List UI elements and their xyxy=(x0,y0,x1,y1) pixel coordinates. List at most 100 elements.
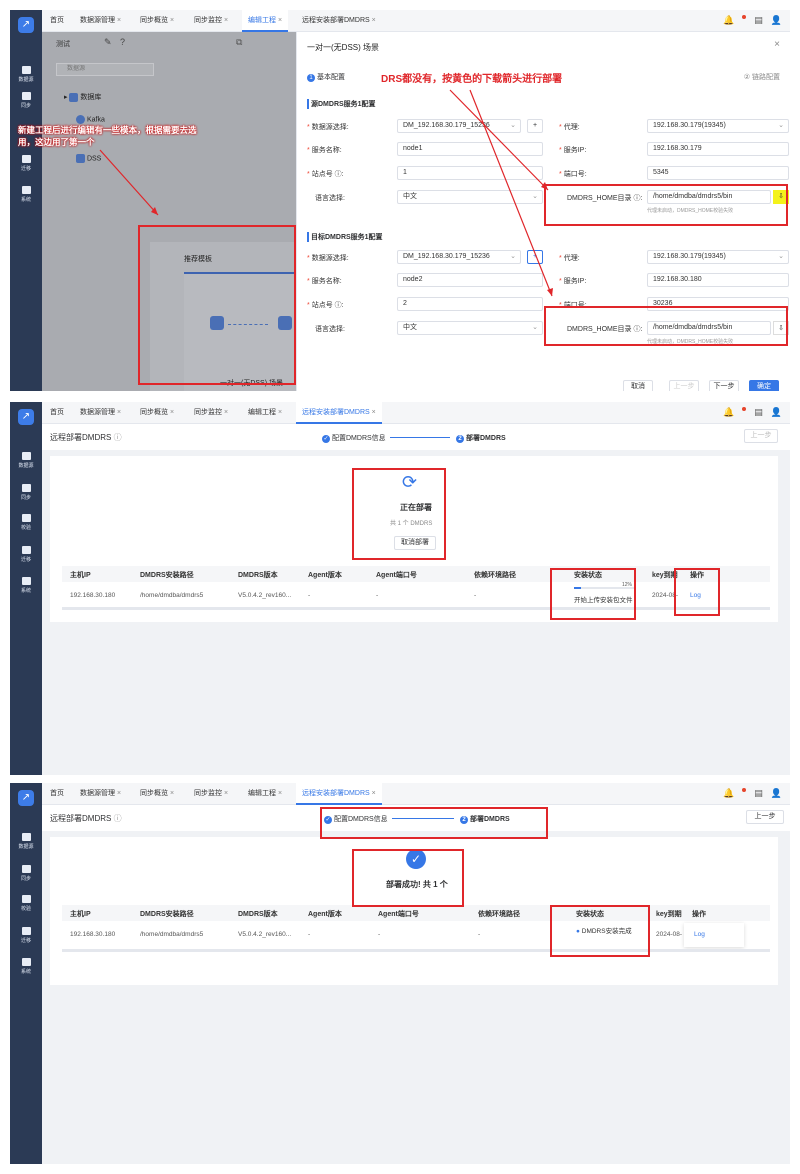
step-deploy: 2 部署DMDRS xyxy=(456,433,506,443)
page-title: 远程部署DMDRS ⓘ xyxy=(50,814,122,823)
nav-verify[interactable]: 校验 xyxy=(10,895,42,912)
highlight-action xyxy=(674,568,720,616)
prev-step-button[interactable]: 上一步 xyxy=(746,810,784,824)
close-icon[interactable]: × xyxy=(278,790,282,797)
tab-home[interactable]: 首页 xyxy=(44,402,70,424)
tab-bar: 首页 数据源管理 × 同步概览 × 同步监控 × 编辑工程 × 远程安装部署DMDRS × xyxy=(42,783,790,805)
topbar-tools: 🔔 ▤ 👤 xyxy=(715,15,782,26)
app-logo-icon: ↗ xyxy=(18,790,34,806)
tab-sync-overview[interactable]: 同步概览 × xyxy=(134,402,180,424)
doc-icon[interactable]: ▤ xyxy=(754,788,763,798)
bell-icon[interactable]: 🔔 xyxy=(723,407,734,417)
grid-icon xyxy=(21,577,31,585)
col-key-expire: key到期 xyxy=(656,911,682,918)
cell-host: 192.168.30.180 xyxy=(70,931,116,938)
log-link[interactable]: Log xyxy=(694,931,705,938)
cell-env-path: - xyxy=(474,592,477,599)
bell-icon[interactable]: 🔔 xyxy=(723,788,734,798)
highlight-steps xyxy=(320,807,548,839)
check-icon xyxy=(21,514,31,522)
tab-edit-project[interactable]: 编辑工程 × xyxy=(242,783,288,805)
annotation-arrows xyxy=(99,89,553,297)
help-icon[interactable]: ⓘ xyxy=(114,433,122,442)
tab-edit-project[interactable]: 编辑工程 × xyxy=(242,402,288,424)
tab-datasource[interactable]: 数据源管理 × xyxy=(74,402,127,424)
table-scrollbar[interactable] xyxy=(62,607,770,610)
tab-bar: 首页 数据源管理 × 同步概览 × 同步监控 × 编辑工程 × 远程安装部署DMDRS × xyxy=(42,402,790,424)
avatar[interactable]: 👤 xyxy=(771,407,782,417)
close-icon[interactable]: × xyxy=(278,409,282,416)
tab-remote-deploy[interactable]: 远程安装部署DMDRS × xyxy=(296,783,382,805)
cell-path: /home/dmdba/dmdrs5 xyxy=(140,592,204,599)
database-icon xyxy=(21,833,31,841)
tab-remote-deploy[interactable]: 远程安装部署DMDRS × xyxy=(296,402,382,424)
cell-agent-port: - xyxy=(378,931,381,938)
avatar[interactable]: 👤 xyxy=(771,15,782,25)
panel-edit-project: ↗ 数据源 同步 迁移 系统 首页 数据源管理 × 同步概览 × 同步监控 × 编辑工… xyxy=(10,10,790,391)
close-icon[interactable]: × xyxy=(372,409,376,416)
table-scrollbar[interactable] xyxy=(62,949,770,952)
highlight-deploy-status xyxy=(352,468,446,560)
panel-deploying: ↗ 数据源 同步 校验 迁移 系统 首页 数据源管理 × 同步概览 × 同步监控 × … xyxy=(10,402,790,775)
close-icon[interactable]: × xyxy=(170,409,174,416)
col-env-path: 依赖环境路径 xyxy=(478,911,520,918)
sidebar: ↗ 数据源 同步 校验 迁移 系统 xyxy=(10,402,42,775)
close-icon[interactable]: × xyxy=(117,790,121,797)
cell-agent-version: - xyxy=(308,931,311,938)
nav-system[interactable]: 系统 xyxy=(10,958,42,975)
close-icon[interactable]: × xyxy=(224,409,228,416)
check-icon xyxy=(21,895,31,903)
help-icon[interactable]: ⓘ xyxy=(114,814,122,823)
nav-sync[interactable]: 同步 xyxy=(10,865,42,882)
grid-icon xyxy=(21,958,31,966)
close-icon[interactable]: × xyxy=(372,790,376,797)
header-bar: 远程部署DMDRS ⓘ ✓ 配置DMDRS信息 2 部署DMDRS 上一步 xyxy=(42,424,790,450)
highlight-install-done xyxy=(550,905,650,957)
sync-icon xyxy=(21,865,31,873)
avatar[interactable]: 👤 xyxy=(771,788,782,798)
col-agent-port: Agent端口号 xyxy=(378,911,419,918)
tab-home[interactable]: 首页 xyxy=(44,783,70,805)
step-line xyxy=(390,437,450,438)
migrate-icon xyxy=(21,546,31,554)
col-host: 主机IP xyxy=(70,911,91,918)
tab-datasource[interactable]: 数据源管理 × xyxy=(74,783,127,805)
col-agent-version: Agent版本 xyxy=(308,911,342,918)
col-action: 操作 xyxy=(692,911,706,918)
cell-version: V5.0.4.2_rev160... xyxy=(238,931,292,938)
migrate-icon xyxy=(21,927,31,935)
close-icon[interactable]: × xyxy=(170,790,174,797)
prev-step-button[interactable]: 上一步 xyxy=(744,429,778,443)
cell-agent-version: - xyxy=(308,592,311,599)
highlight-success xyxy=(352,849,464,907)
doc-icon[interactable]: ▤ xyxy=(754,407,763,417)
cell-path: /home/dmdba/dmdrs5 xyxy=(140,931,204,938)
doc-icon[interactable]: ▤ xyxy=(754,15,763,25)
col-env-path: 依赖环境路径 xyxy=(474,572,516,579)
cell-key-expire: 2024-08- xyxy=(656,931,683,938)
nav-sync[interactable]: 同步 xyxy=(10,484,42,501)
col-agent-version: Agent版本 xyxy=(308,572,342,579)
highlight-install-status xyxy=(550,568,636,620)
bell-icon[interactable]: 🔔 xyxy=(723,15,734,25)
step-config: ✓ 配置DMDRS信息 xyxy=(322,435,386,443)
col-version: DMDRS版本 xyxy=(238,911,278,918)
sidebar: ↗ 数据源 同步 校验 迁移 系统 xyxy=(10,783,42,1164)
page-title: 远程部署DMDRS ⓘ xyxy=(50,433,122,442)
action-cell: Log xyxy=(684,923,744,947)
close-icon[interactable]: × xyxy=(117,409,121,416)
cell-version: V5.0.4.2_rev160... xyxy=(238,592,292,599)
nav-migrate[interactable]: 迁移 xyxy=(10,546,42,563)
nav-migrate[interactable]: 迁移 xyxy=(10,927,42,944)
nav-datasource[interactable]: 数据源 xyxy=(10,452,42,469)
col-agent-port: Agent端口号 xyxy=(376,572,417,579)
nav-verify[interactable]: 校验 xyxy=(10,514,42,531)
nav-datasource[interactable]: 数据源 xyxy=(10,833,42,850)
nav-system[interactable]: 系统 xyxy=(10,577,42,594)
tab-sync-overview[interactable]: 同步概览 × xyxy=(134,783,180,805)
tab-sync-monitor[interactable]: 同步监控 × xyxy=(188,783,234,805)
app-logo-icon: ↗ xyxy=(18,409,34,425)
sync-icon xyxy=(21,484,31,492)
close-icon[interactable]: × xyxy=(224,790,228,797)
tab-sync-monitor[interactable]: 同步监控 × xyxy=(188,402,234,424)
